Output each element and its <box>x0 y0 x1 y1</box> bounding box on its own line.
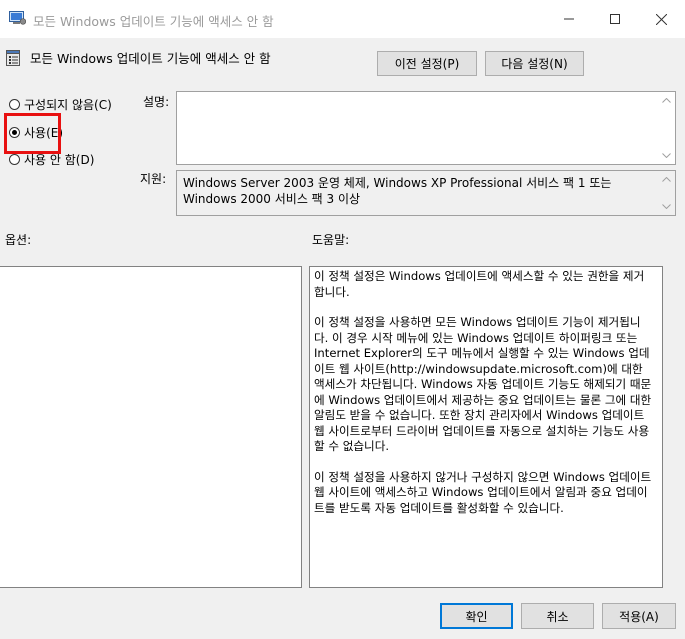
scroll-up-icon[interactable] <box>658 171 675 188</box>
comment-scrollbar[interactable] <box>658 92 675 164</box>
minimize-icon <box>564 18 574 20</box>
help-label: 도움말: <box>312 233 350 247</box>
help-pane[interactable]: 이 정책 설정은 Windows 업데이트에 액세스할 수 있는 권한을 제거합… <box>309 266 663 588</box>
title-bar: 모든 Windows 업데이트 기능에 액세스 안 함 <box>0 0 685 38</box>
ok-button[interactable]: 확인 <box>440 603 513 629</box>
maximize-button[interactable] <box>592 0 638 38</box>
radio-not-configured[interactable]: 구성되지 않음(C) <box>9 96 112 112</box>
next-setting-button[interactable]: 다음 설정(N) <box>485 51 584 76</box>
comment-label: 설명: <box>143 95 170 109</box>
comment-textarea[interactable] <box>176 91 676 165</box>
help-paragraph: 이 정책 설정을 사용하지 않거나 구성하지 않으면 Windows 업데이트 … <box>314 469 652 515</box>
close-button[interactable] <box>638 0 684 38</box>
radio-label: 구성되지 않음(C) <box>24 97 112 112</box>
help-text: 이 정책 설정은 Windows 업데이트에 액세스할 수 있는 권한을 제거합… <box>314 269 652 531</box>
highlight-box <box>4 113 61 154</box>
group-policy-icon <box>9 11 26 25</box>
scroll-down-icon[interactable] <box>658 198 675 215</box>
minimize-button[interactable] <box>546 0 592 38</box>
radio-circle <box>9 98 20 110</box>
cancel-button[interactable]: 취소 <box>521 603 594 629</box>
apply-button[interactable]: 적용(A) <box>602 603 676 629</box>
previous-setting-button[interactable]: 이전 설정(P) <box>377 51 477 76</box>
support-scrollbar[interactable] <box>658 171 675 215</box>
help-paragraph: 이 정책 설정은 Windows 업데이트에 액세스할 수 있는 권한을 제거합… <box>314 269 645 299</box>
setting-title: 모든 Windows 업데이트 기능에 액세스 안 함 <box>30 51 271 66</box>
policy-setting-icon <box>6 50 20 66</box>
supported-on-text: Windows Server 2003 운영 체제, Windows XP Pr… <box>183 176 612 206</box>
supported-on-box: Windows Server 2003 운영 체제, Windows XP Pr… <box>176 170 676 216</box>
help-paragraph: 이 정책 설정을 사용하면 모든 Windows 업데이트 기능이 제거됩니다.… <box>314 315 652 453</box>
window-title: 모든 Windows 업데이트 기능에 액세스 안 함 <box>33 14 274 29</box>
maximize-icon <box>610 14 620 24</box>
scroll-up-icon[interactable] <box>658 92 675 109</box>
options-pane[interactable] <box>0 266 302 588</box>
radio-circle <box>9 153 20 165</box>
supported-on-label: 지원: <box>140 172 167 186</box>
scroll-down-icon[interactable] <box>658 147 675 164</box>
close-icon <box>655 13 667 25</box>
options-label: 옵션: <box>5 233 32 247</box>
